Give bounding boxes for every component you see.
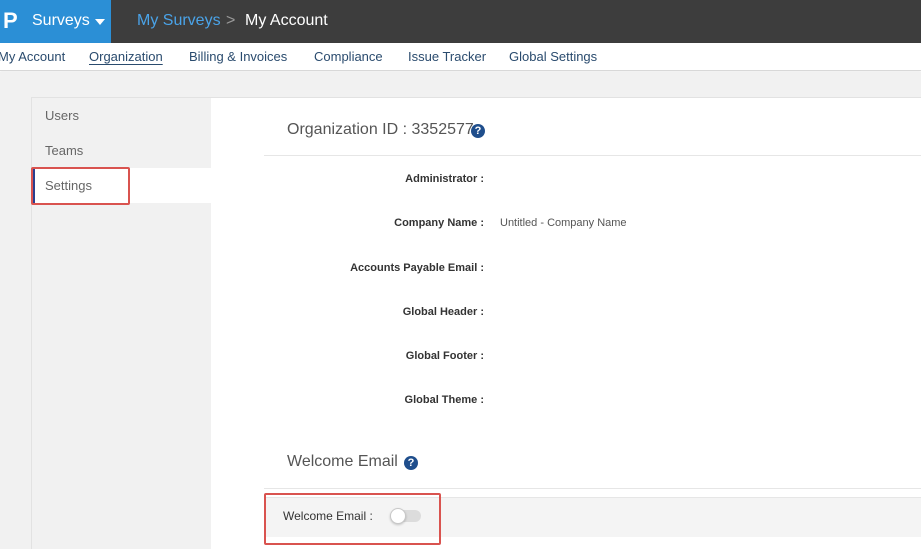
organization-id-title: Organization ID : 3352577 [287,121,474,138]
app-switcher-button[interactable]: P Surveys [0,0,111,43]
subnav-compliance[interactable]: Compliance [314,49,383,65]
breadcrumb-separator-icon: > [226,12,236,29]
global-header-label: Global Header : [402,306,484,318]
chevron-down-icon [95,19,105,25]
subnav-my-account[interactable]: My Account [0,49,65,65]
welcome-email-label: Welcome Email : [283,509,373,523]
company-name-label: Company Name : [394,217,484,229]
subnav-global-settings[interactable]: Global Settings [509,49,597,65]
global-theme-label: Global Theme : [404,394,484,406]
app-logo-icon: P [3,8,18,33]
subnav-issue-tracker[interactable]: Issue Tracker [408,49,486,65]
accounts-payable-email-label: Accounts Payable Email : [350,262,484,274]
welcome-divider [264,488,921,489]
top-bar: P Surveys My Surveys > My Account [0,0,921,43]
welcome-email-toggle[interactable] [390,508,421,524]
welcome-email-title: Welcome Email [287,453,398,470]
breadcrumb-current: My Account [245,12,328,29]
section-divider [264,155,921,156]
sidebar-item-settings[interactable]: Settings [32,168,212,203]
subnav-billing-invoices[interactable]: Billing & Invoices [189,49,287,65]
breadcrumb-my-surveys[interactable]: My Surveys [137,11,221,31]
sidebar-item-users[interactable]: Users [32,98,212,133]
account-subnav: My Account Organization Billing & Invoic… [0,43,921,71]
global-footer-label: Global Footer : [405,350,484,362]
toggle-knob [390,508,406,524]
welcome-help-icon[interactable]: ? [404,456,418,470]
sidebar-item-teams[interactable]: Teams [32,133,212,168]
subnav-organization[interactable]: Organization [89,49,163,65]
organization-sidebar: Users Teams Settings [31,97,212,549]
company-name-value[interactable]: Untitled - Company Name [500,216,627,230]
administrator-label: Administrator : [405,173,484,185]
help-icon[interactable]: ? [471,124,485,138]
app-label: Surveys [32,12,90,29]
